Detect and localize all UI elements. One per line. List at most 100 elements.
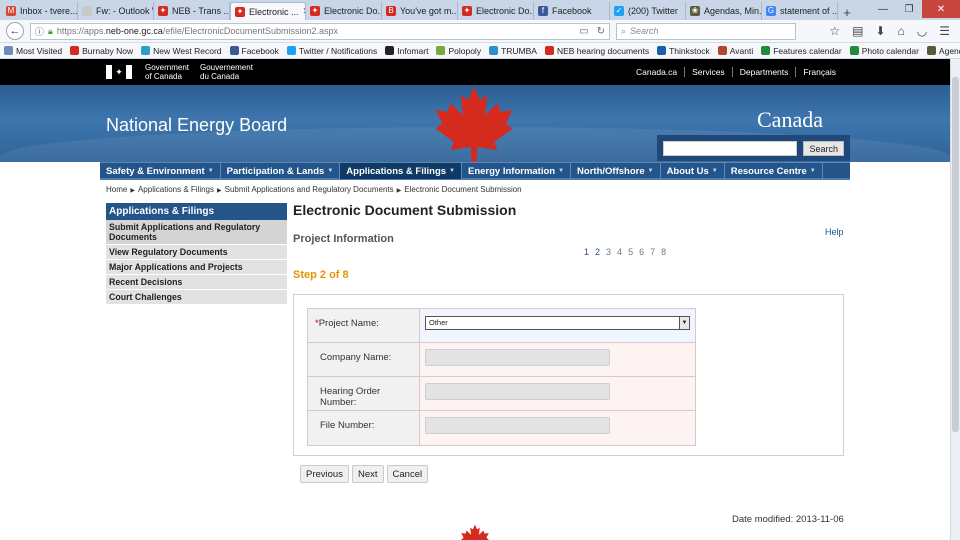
reload-icon[interactable]: ↻ — [597, 26, 605, 37]
link-services[interactable]: Services — [684, 67, 732, 77]
bookmark-item[interactable]: Features calendar — [761, 46, 842, 56]
link-departments[interactable]: Departments — [731, 67, 796, 77]
bookmark-label: NEB hearing documents — [556, 45, 650, 56]
pager-step[interactable]: 1 — [584, 247, 589, 257]
bookmark-label: TRUMBA — [501, 45, 537, 56]
bookmark-item[interactable]: Avanti — [717, 46, 753, 56]
section-nav-item[interactable]: Major Applications and Projects — [106, 260, 287, 275]
project-name-select[interactable]: Other ▼ — [425, 316, 690, 330]
pager-step[interactable]: 4 — [617, 247, 622, 257]
agenda-icon: ❀ — [690, 6, 700, 16]
bookmark-item[interactable]: Thinkstock — [657, 46, 710, 56]
restore-icon[interactable]: ❐ — [896, 0, 922, 18]
browser-tab[interactable]: Fw: - Outlook We... — [78, 2, 154, 20]
browser-tab[interactable]: B You've got m... — [382, 2, 458, 20]
section-nav-item[interactable]: Court Challenges — [106, 290, 287, 305]
link-canada-ca[interactable]: Canada.ca — [629, 67, 684, 77]
home-icon[interactable]: ⌂ — [898, 24, 905, 38]
chevron-down-icon[interactable]: ▼ — [679, 317, 689, 329]
pocket-icon[interactable]: ◡ — [917, 24, 927, 38]
bookmark-item[interactable]: Polopoly — [436, 46, 481, 56]
scrollbar[interactable] — [950, 59, 960, 540]
cancel-button[interactable]: Cancel — [386, 465, 429, 483]
pager-step[interactable]: 3 — [606, 247, 611, 257]
bookmark-item[interactable]: Agendas, Minutes & R... — [926, 46, 960, 56]
menu-item[interactable]: About Us ▼ — [661, 163, 725, 179]
pager-step[interactable]: 8 — [661, 247, 666, 257]
footer-maple-leaf-icon — [461, 524, 489, 540]
browser-tab[interactable]: Gstatement of ... — [762, 2, 838, 20]
breadcrumb-link[interactable]: Applications & Filings — [138, 185, 214, 194]
chevron-down-icon: ▼ — [327, 168, 334, 174]
info-icon[interactable]: ⓘ — [35, 25, 44, 38]
pager-step[interactable]: 6 — [639, 247, 644, 257]
download-icon[interactable]: ⬇ — [875, 24, 885, 38]
maple-leaf-icon: ✦ — [310, 6, 320, 16]
gov-links: Canada.ca Services Departments Français — [629, 67, 843, 77]
site-search-button[interactable]: Search — [803, 141, 844, 156]
mail-icon: B — [386, 6, 396, 16]
reading-list-icon[interactable]: ▤ — [852, 24, 863, 38]
browser-tab[interactable]: ✦ Electronic Do... — [458, 2, 534, 20]
menu-item[interactable]: Resource Centre ▼ — [725, 163, 823, 179]
bookmark-label: Twitter / Notifications — [298, 45, 378, 56]
bookmark-item[interactable]: NEB hearing documents — [544, 45, 650, 56]
site-search-input[interactable] — [663, 141, 798, 156]
breadcrumb-link[interactable]: Home — [106, 185, 127, 194]
bookmark-item[interactable]: Photo calendar — [849, 46, 919, 56]
address-bar[interactable]: ⓘ 🔒︎ https://apps.neb-one.gc.ca/efile/El… — [30, 22, 610, 40]
menu-item[interactable]: Applications & Filings ▼ — [340, 163, 462, 179]
help-link[interactable]: Help — [825, 227, 844, 237]
section-nav-item[interactable]: Submit Applications and Regulatory Docum… — [106, 220, 287, 245]
new-tab-icon[interactable]: + — [838, 5, 856, 20]
browser-tab[interactable]: f Facebook — [534, 2, 610, 20]
back-arrow-icon[interactable]: ← — [6, 22, 24, 40]
section-nav-item[interactable]: Recent Decisions — [106, 275, 287, 290]
section-title: Project Information — [293, 233, 394, 245]
bookmark-item[interactable]: New West Record — [141, 46, 222, 56]
browser-search-placeholder: Search — [630, 26, 659, 36]
main-menu: Safety & Environment ▼ Participation & Lan… — [100, 162, 850, 180]
browser-toolbar: ← ⓘ 🔒︎ https://apps.neb-one.gc.ca/efile/… — [0, 20, 960, 43]
browser-tab[interactable]: ❀ Agendas, Min... — [686, 2, 762, 20]
browser-tab[interactable]: ✓ (200) Twitter — [610, 2, 686, 20]
bookmark-item[interactable]: TRUMBA — [489, 46, 537, 56]
section-nav-heading[interactable]: Applications & Filings — [106, 203, 287, 220]
pager-step[interactable]: 7 — [650, 247, 655, 257]
bookmark-item[interactable]: Most Visited — [4, 46, 62, 56]
pager-step[interactable]: 2 — [595, 247, 600, 257]
section-nav-item[interactable]: View Regulatory Documents — [106, 245, 287, 260]
company-name-input[interactable] — [425, 349, 610, 366]
bookmark-item[interactable]: Infomart — [385, 46, 428, 56]
file-number-input[interactable] — [425, 417, 610, 434]
reader-view-icon[interactable]: ▭ — [579, 26, 588, 37]
menu-item[interactable]: Energy Information ▼ — [462, 163, 572, 179]
bookmark-item[interactable]: Burnaby Now — [70, 46, 133, 56]
menu-item[interactable]: Safety & Environment ▼ — [100, 163, 221, 179]
hearing-order-input[interactable] — [425, 383, 610, 400]
form-row-company-name: Company Name: — [308, 343, 695, 377]
pager-step[interactable]: 5 — [628, 247, 633, 257]
menu-icon[interactable]: ☰ — [939, 24, 950, 38]
breadcrumb-link[interactable]: Submit Applications and Regulatory Docum… — [225, 185, 394, 194]
browser-tab[interactable]: ✦ Electronic Do... — [306, 2, 382, 20]
next-button[interactable]: Next — [351, 465, 384, 483]
bookmark-item[interactable]: Twitter / Notifications — [286, 45, 378, 56]
bookmark-item[interactable]: Facebook — [229, 46, 279, 56]
browser-search-box[interactable]: ⌕ Search — [616, 22, 796, 40]
bookmark-star-icon[interactable]: ☆ — [829, 24, 840, 38]
scrollbar-thumb[interactable] — [952, 77, 959, 432]
close-window-icon[interactable]: ✕ — [922, 0, 960, 18]
browser-tab[interactable]: ✦Electronic ...✕ — [230, 2, 306, 20]
minimize-icon[interactable]: — — [870, 0, 896, 18]
browser-tab[interactable]: M Inbox - tvere... — [2, 2, 78, 20]
menu-item[interactable]: Participation & Lands ▼ — [221, 163, 341, 179]
step-pager: 12345678 — [584, 247, 666, 257]
link-francais[interactable]: Français — [795, 67, 843, 77]
hearing-order-label: Hearing Order Number: — [308, 377, 420, 410]
gmail-icon: M — [6, 6, 16, 16]
menu-item[interactable]: North/Offshore ▼ — [571, 163, 661, 179]
previous-button[interactable]: Previous — [300, 465, 349, 483]
bookmark-favicon-icon — [544, 46, 554, 55]
browser-tab[interactable]: ✦ NEB - Trans ... — [154, 2, 230, 20]
